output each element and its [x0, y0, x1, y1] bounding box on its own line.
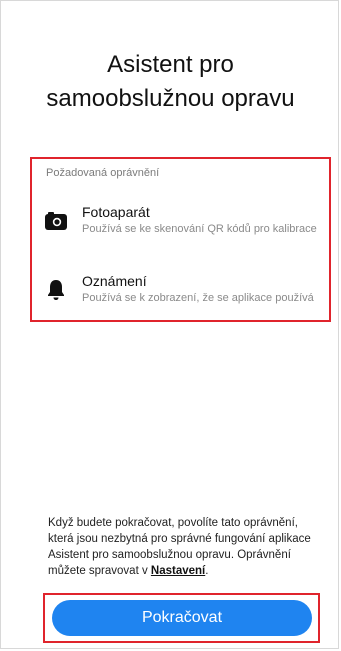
consent-text: Když budete pokračovat, povolíte tato op… — [48, 515, 318, 579]
continue-button-highlight: Pokračovat — [43, 593, 320, 643]
permission-name: Fotoaparát — [82, 204, 150, 220]
permission-description: Používá se k zobrazení, že se aplikace p… — [82, 292, 314, 304]
bell-icon — [44, 279, 68, 301]
continue-button[interactable]: Pokračovat — [52, 600, 312, 636]
settings-link[interactable]: Nastavení — [151, 565, 205, 577]
permissions-header: Požadovaná oprávnění — [46, 167, 160, 179]
page-title: Asistent pro samoobslužnou opravu — [46, 51, 295, 112]
camera-icon — [44, 210, 68, 232]
permission-description: Používá se ke skenování QR kódů pro kali… — [82, 223, 317, 235]
consent-text-end: . — [205, 565, 209, 577]
permission-name: Oznámení — [82, 273, 147, 289]
permissions-panel: Požadovaná oprávnění Fotoaparát Používá … — [30, 157, 331, 322]
